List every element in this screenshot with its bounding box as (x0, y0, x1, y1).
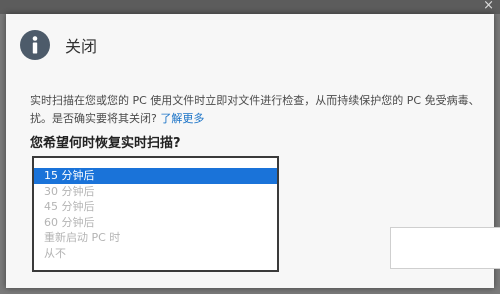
option-restart-pc[interactable]: 重新启动 PC 时 (34, 230, 277, 246)
description-line-2-text: 扰。是否确实要将其关闭? (30, 112, 157, 125)
background-title-bar: × (0, 0, 500, 14)
info-glyph-icon (32, 36, 38, 54)
confirm-button[interactable] (390, 227, 500, 269)
option-30-minutes[interactable]: 30 分钟后 (34, 184, 277, 200)
option-60-minutes[interactable]: 60 分钟后 (34, 215, 277, 231)
resume-time-listbox[interactable]: 15 分钟后 30 分钟后 45 分钟后 60 分钟后 重新启动 PC 时 从不 (32, 156, 279, 272)
option-never[interactable]: 从不 (34, 246, 277, 262)
resume-question: 您希望何时恢复实时扫描? (30, 136, 181, 151)
dialog-description: 实时扫描在您或您的 PC 使用文件时立即对文件进行检查，从而持续保护您的 PC … (30, 92, 500, 128)
description-line-1: 实时扫描在您或您的 PC 使用文件时立即对文件进行检查，从而持续保护您的 PC … (30, 94, 480, 107)
dialog-header: 关闭 (20, 30, 97, 60)
option-15-minutes[interactable]: 15 分钟后 (34, 168, 277, 184)
learn-more-link[interactable]: 了解更多 (160, 112, 204, 125)
turn-off-dialog: 关闭 实时扫描在您或您的 PC 使用文件时立即对文件进行检查，从而持续保护您的 … (6, 14, 500, 288)
dialog-title: 关闭 (65, 37, 98, 56)
option-45-minutes[interactable]: 45 分钟后 (34, 199, 277, 215)
description-line-2: 扰。是否确实要将其关闭? 了解更多 (30, 110, 500, 128)
info-icon (20, 30, 50, 60)
background-close-icon[interactable]: × (483, 0, 494, 13)
